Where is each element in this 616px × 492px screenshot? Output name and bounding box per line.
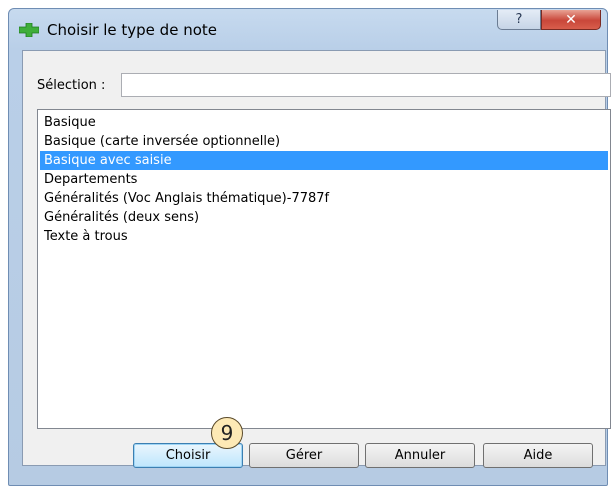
help-button-label: Aide <box>523 448 553 463</box>
step-number-badge: 9 <box>211 417 243 449</box>
list-item[interactable]: Généralités (Voc Anglais thématique)-778… <box>40 189 608 208</box>
title-bar[interactable]: Choisir le type de note ? ✕ <box>9 9 607 49</box>
note-type-list[interactable]: Basique Basique (carte inversée optionnel… <box>37 109 611 429</box>
step-number: 9 <box>220 421 234 445</box>
list-item[interactable]: Departements <box>40 170 608 189</box>
help-title-button[interactable]: ? <box>497 10 541 30</box>
help-button[interactable]: Aide <box>483 443 593 468</box>
button-row: Choisir 9 Gérer Annuler Aide <box>23 417 605 473</box>
cancel-button[interactable]: Annuler <box>365 443 475 468</box>
selection-label: Sélection : <box>37 78 106 93</box>
choose-button-label: Choisir <box>165 448 211 463</box>
manage-button[interactable]: Gérer <box>249 443 359 468</box>
green-cross-plus-icon <box>19 23 39 37</box>
dialog-content: Sélection : Basique Basique (carte invers… <box>22 50 611 468</box>
close-button[interactable]: ✕ <box>541 10 601 30</box>
screenshot-frame: Choisir le type de note ? ✕ Sélection : … <box>0 0 616 492</box>
list-item[interactable]: Basique avec saisie <box>40 151 608 170</box>
question-icon: ? <box>515 12 523 27</box>
close-icon: ✕ <box>565 11 577 28</box>
selection-input[interactable] <box>121 73 611 97</box>
cancel-button-label: Annuler <box>394 448 446 463</box>
list-item[interactable]: Basique (carte inversée optionnelle) <box>40 132 608 151</box>
manage-button-label: Gérer <box>285 448 323 463</box>
window-title: Choisir le type de note <box>47 21 217 39</box>
list-item[interactable]: Texte à trous <box>40 227 608 246</box>
list-item[interactable]: Basique <box>40 113 608 132</box>
list-item[interactable]: Généralités (deux sens) <box>40 208 608 227</box>
